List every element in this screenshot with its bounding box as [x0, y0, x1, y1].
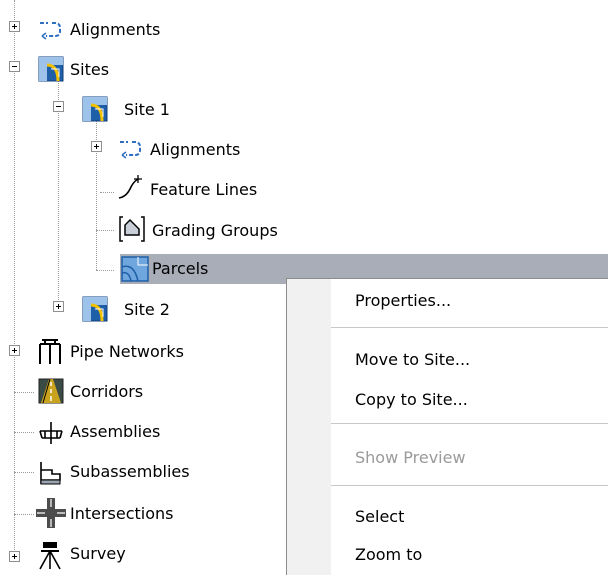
- tree-connector: [96, 230, 114, 231]
- pipe-network-icon: [39, 339, 61, 364]
- tree-node-label: Site 1: [124, 100, 170, 119]
- parcel-icon: [121, 256, 149, 282]
- survey-icon: [39, 542, 61, 570]
- menu-item-properties[interactable]: Properties...: [355, 286, 451, 316]
- tree-node-label: Pipe Networks: [70, 342, 184, 361]
- tree-node-label: Assemblies: [70, 422, 161, 441]
- tree-connector: [14, 472, 34, 473]
- tree-node-label: Subassemblies: [70, 462, 190, 481]
- tree-connector: [58, 80, 59, 310]
- context-menu: Properties... Move to Site... Copy to Si…: [286, 278, 608, 575]
- alignment-icon: [40, 22, 61, 40]
- tree-node-label: Parcels: [152, 259, 209, 278]
- prospector-tree: Alignments Sites Site 1 Alignments Featu…: [0, 0, 608, 575]
- tree-node-label: Feature Lines: [150, 180, 258, 199]
- menu-item-select[interactable]: Select: [355, 502, 404, 532]
- corridor-icon: [38, 378, 64, 404]
- site-icon: [82, 296, 108, 322]
- tree-node-label: Grading Groups: [152, 221, 278, 240]
- tree-node-label: Corridors: [70, 382, 144, 401]
- grading-group-icon: [119, 216, 145, 242]
- tree-connector: [100, 192, 114, 193]
- menu-separator: [331, 423, 608, 424]
- feature-line-icon: [118, 175, 142, 199]
- menu-item-move-to-site[interactable]: Move to Site...: [355, 345, 470, 375]
- tree-node-label: Intersections: [70, 504, 174, 523]
- tree-connector: [14, 0, 15, 550]
- intersection-icon: [36, 498, 66, 528]
- tree-node-label: Sites: [70, 60, 110, 79]
- menu-item-show-preview: Show Preview: [355, 448, 466, 467]
- expand-toggle[interactable]: [9, 551, 20, 562]
- collapse-toggle[interactable]: [53, 101, 64, 112]
- assembly-icon: [39, 422, 63, 444]
- menu-item-copy-to-site[interactable]: Copy to Site...: [355, 385, 468, 415]
- alignment-icon: [120, 141, 141, 159]
- tree-connector: [96, 270, 114, 271]
- site-icon: [38, 56, 64, 82]
- menu-separator: [331, 485, 608, 486]
- collapse-toggle[interactable]: [9, 61, 20, 72]
- expand-toggle[interactable]: [9, 21, 20, 32]
- tree-node-label: Site 2: [124, 300, 170, 319]
- tree-node-label: Survey: [70, 544, 126, 563]
- tree-connector: [14, 392, 34, 393]
- menu-item-zoom-to[interactable]: Zoom to: [355, 540, 422, 570]
- menu-separator: [331, 327, 608, 328]
- subassembly-icon: [40, 462, 61, 485]
- expand-toggle[interactable]: [53, 301, 64, 312]
- expand-toggle[interactable]: [9, 345, 20, 356]
- tree-connector: [14, 432, 34, 433]
- context-menu-icon-gutter: [287, 279, 331, 575]
- tree-node-label: Alignments: [150, 140, 241, 159]
- tree-node-label: Alignments: [70, 20, 161, 39]
- tree-connector: [14, 514, 34, 515]
- site-icon: [82, 96, 108, 122]
- expand-toggle[interactable]: [91, 141, 102, 152]
